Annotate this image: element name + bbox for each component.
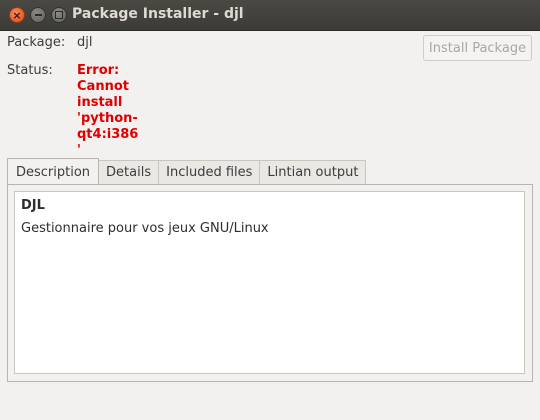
status-label: Status: (7, 63, 53, 78)
package-installer-window: × Package Installer - djl Package: djl I… (0, 0, 540, 420)
install-package-button[interactable]: Install Package (423, 35, 532, 61)
description-view[interactable]: DJL Gestionnaire pour vos jeux GNU/Linux (14, 191, 525, 374)
close-button[interactable]: × (9, 7, 25, 23)
tab-lintian-output[interactable]: Lintian output (260, 160, 367, 184)
tab-description[interactable]: Description (7, 158, 100, 185)
tab-description-label: Description (16, 164, 91, 180)
tab-included-files[interactable]: Included files (159, 160, 261, 184)
description-text: Gestionnaire pour vos jeux GNU/Linux (21, 221, 269, 236)
window-title: Package Installer - djl (72, 6, 244, 22)
tab-details[interactable]: Details (99, 160, 160, 184)
tab-bar: Description Details Included files Linti… (7, 158, 367, 185)
minimize-button[interactable] (30, 7, 46, 23)
description-title: DJL (21, 198, 45, 213)
status-error-text: Error: Cannot install 'python-qt4:i386' (77, 63, 139, 158)
maximize-icon (55, 11, 63, 19)
package-label: Package: (7, 35, 66, 50)
tab-details-label: Details (106, 165, 152, 180)
maximize-button[interactable] (51, 7, 67, 23)
tab-panel-description: DJL Gestionnaire pour vos jeux GNU/Linux (7, 184, 533, 382)
close-icon: × (12, 8, 22, 22)
package-value: djl (77, 35, 93, 50)
minimize-icon (34, 14, 42, 16)
tab-included-files-label: Included files (166, 165, 253, 180)
tab-lintian-output-label: Lintian output (267, 165, 359, 180)
title-bar[interactable]: × Package Installer - djl (0, 0, 540, 31)
